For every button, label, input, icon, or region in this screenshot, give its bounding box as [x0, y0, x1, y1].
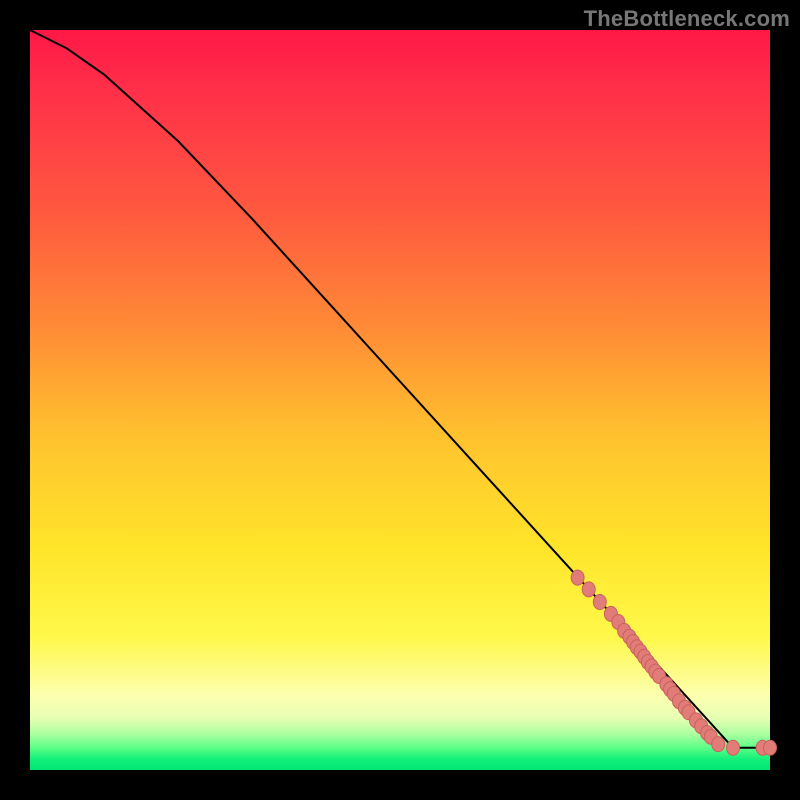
data-point: [593, 595, 606, 610]
data-point: [712, 737, 725, 752]
watermark-text: TheBottleneck.com: [584, 6, 790, 32]
chart-frame: TheBottleneck.com: [0, 0, 800, 800]
data-point: [571, 570, 584, 585]
plot-area: [30, 30, 770, 770]
data-point: [582, 582, 595, 597]
data-point: [764, 740, 777, 755]
chart-overlay: [30, 30, 770, 770]
scatter-cluster: [571, 570, 776, 755]
data-point: [727, 740, 740, 755]
